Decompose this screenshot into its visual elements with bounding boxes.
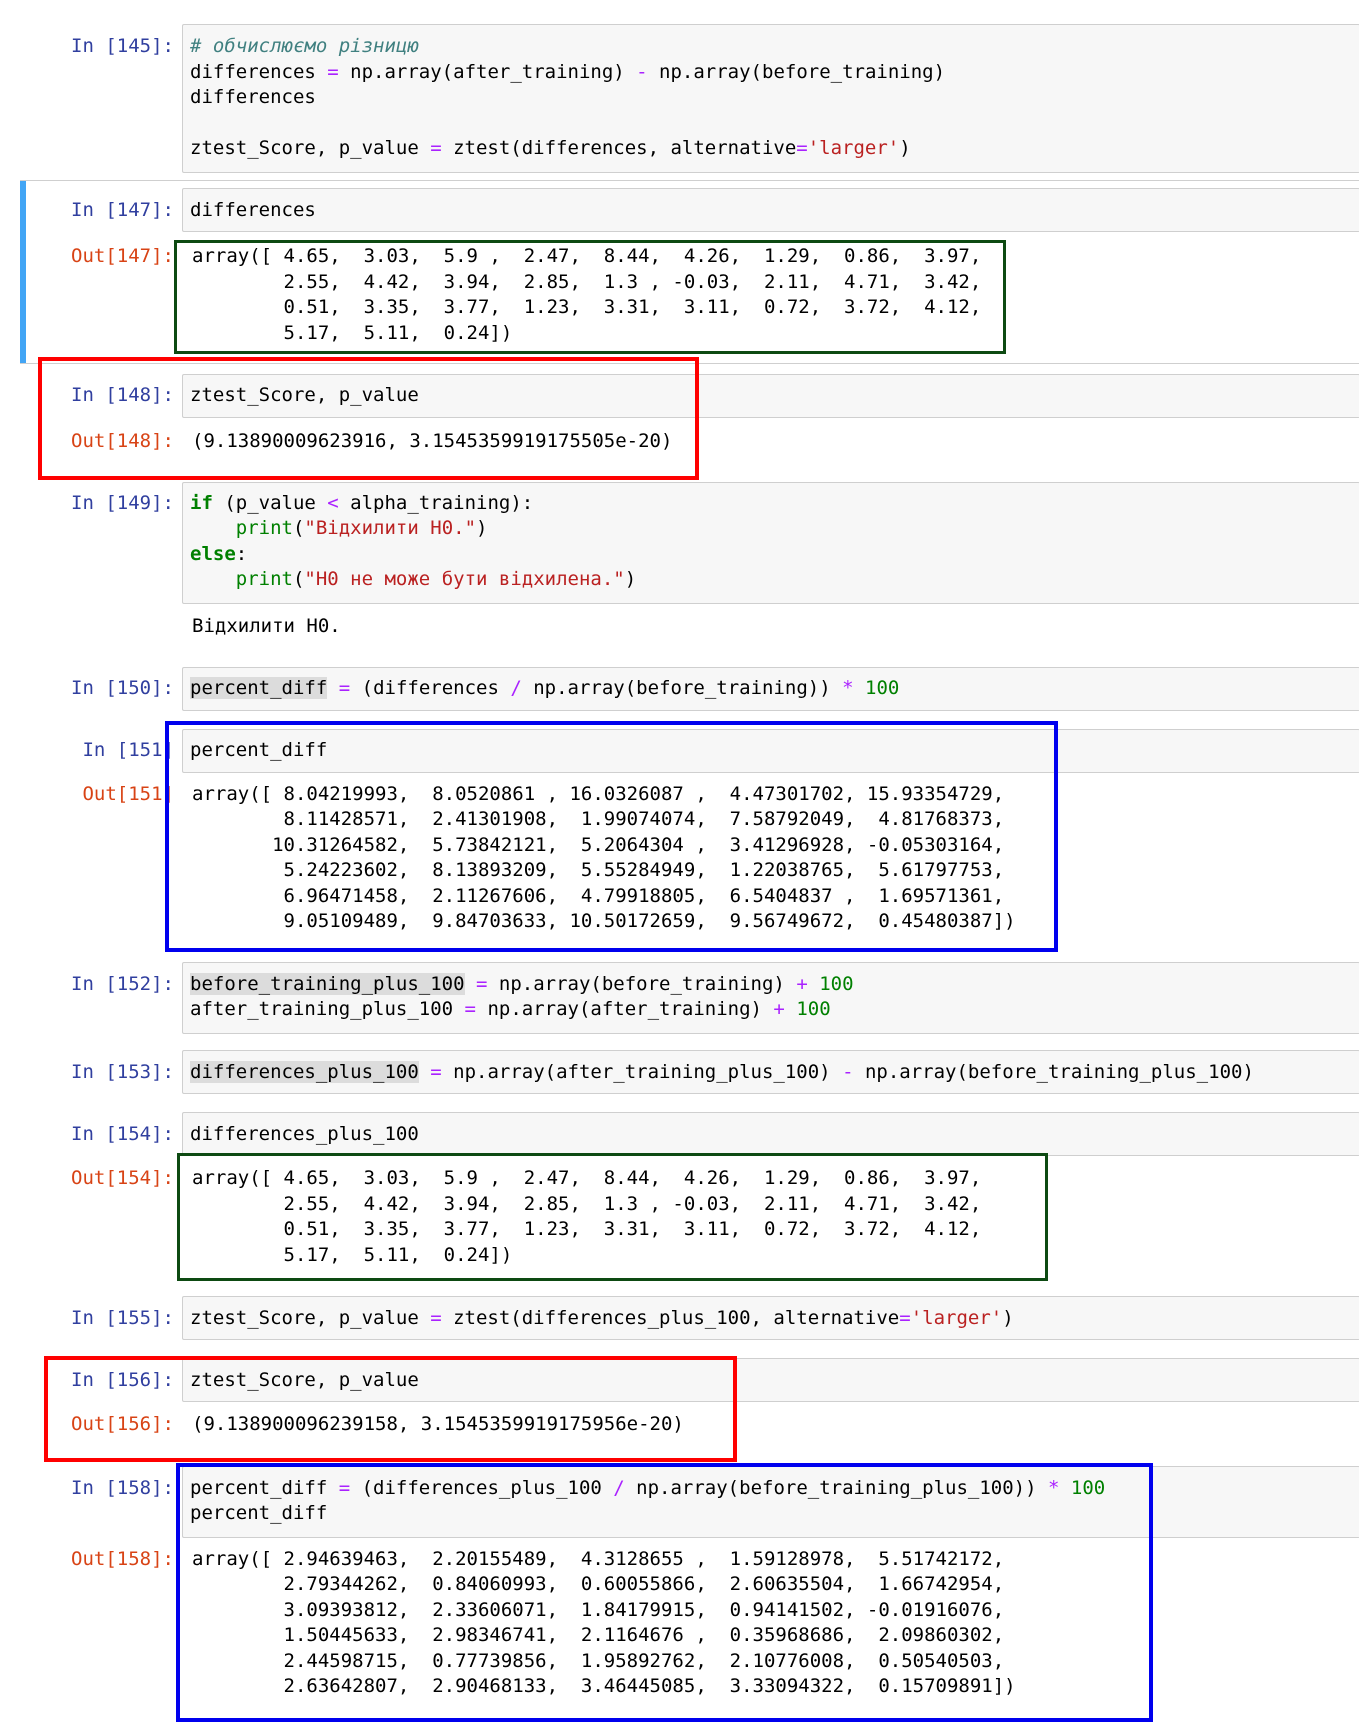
in-prompt: In [154]: <box>71 1123 174 1145</box>
out-prompt: Out[154]: <box>71 1167 174 1189</box>
in-prompt: In [149]: <box>71 492 174 514</box>
code-line: ztest_Score, p_value = ztest(differences… <box>190 137 911 159</box>
in-prompt: In [153]: <box>71 1061 174 1083</box>
code-line: differences_plus_100 = np.array(after_tr… <box>190 1061 1254 1083</box>
out-prompt: Out[147]: <box>71 245 174 267</box>
in-prompt: In [147]: <box>71 199 174 221</box>
code-line: if (p_value < alpha_training): <box>190 492 534 514</box>
annotation-frame-green <box>174 240 1006 354</box>
annotation-frame-green <box>177 1153 1048 1281</box>
code-line: print("Відхилити H0.") <box>235 517 488 539</box>
out-prompt: Out[158]: <box>71 1548 174 1570</box>
code-input-area[interactable] <box>182 188 1359 232</box>
annotation-frame-red <box>38 357 699 480</box>
cell-separator-line <box>20 180 1359 181</box>
code-comment: # обчислюємо різницю <box>190 35 419 57</box>
code-line: differences_plus_100 <box>190 1123 419 1145</box>
code-line: before_training_plus_100 = np.array(befo… <box>190 973 854 995</box>
in-prompt: In [150]: <box>71 677 174 699</box>
in-prompt: In [155]: <box>71 1307 174 1329</box>
annotation-frame-blue <box>176 1463 1153 1722</box>
code-line: differences = np.array(after_training) -… <box>190 61 946 83</box>
in-prompt: In [158]: <box>71 1477 174 1499</box>
code-line: # обчислюємо різницю <box>190 34 419 60</box>
in-prompt: In [152]: <box>71 973 174 995</box>
code-line: differences <box>190 199 316 221</box>
out-prompt: Out[151] <box>82 783 174 805</box>
code-line: after_training_plus_100 = np.array(after… <box>190 998 831 1020</box>
annotation-frame-blue <box>165 721 1058 952</box>
code-line: print("H0 не може бути відхилена.") <box>235 568 637 590</box>
code-line: percent_diff = (differences / np.array(b… <box>190 677 900 699</box>
in-prompt: In [145]: <box>71 35 174 57</box>
stream-output: Відхилити H0. <box>192 615 341 637</box>
code-line: differences <box>190 86 316 108</box>
annotation-frame-red <box>44 1356 737 1462</box>
code-line: ztest_Score, p_value = ztest(differences… <box>190 1307 1014 1329</box>
in-prompt: In [151] <box>82 739 174 761</box>
code-line: else: <box>190 543 248 565</box>
